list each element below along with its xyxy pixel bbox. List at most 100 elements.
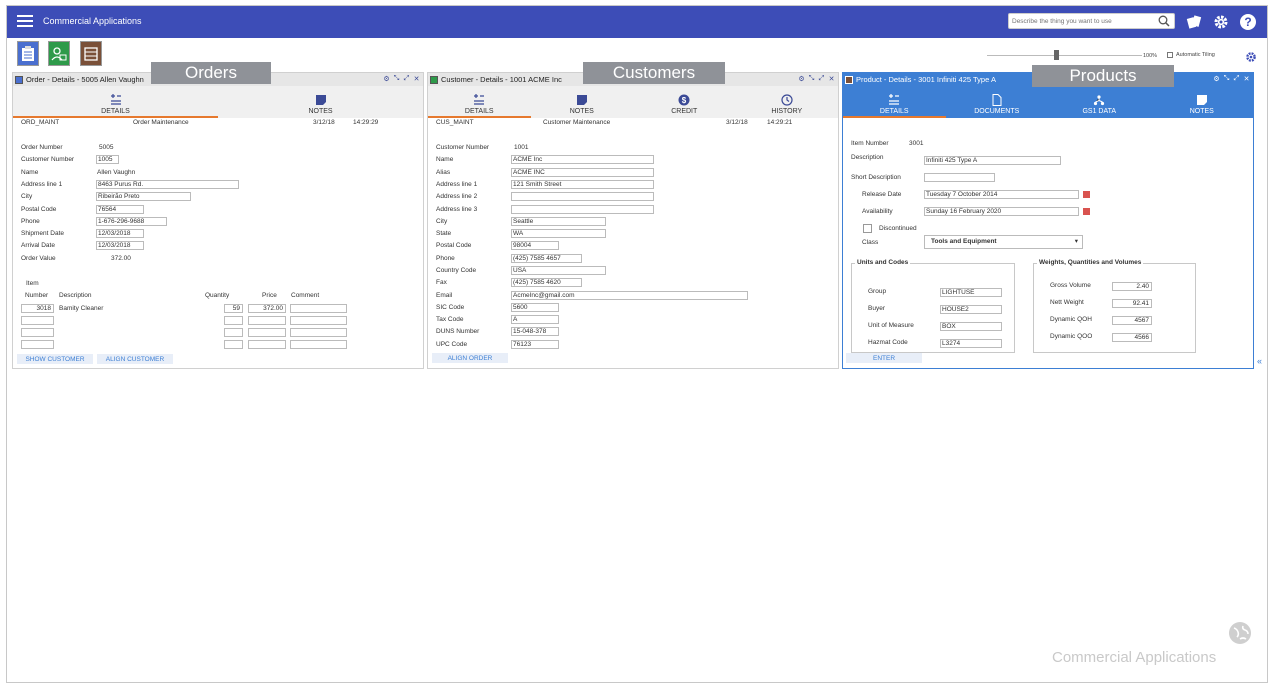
short-description-field[interactable]: [924, 173, 995, 182]
close-icon[interactable]: ✕: [413, 75, 420, 83]
postal-code-field[interactable]: 76564: [96, 205, 144, 214]
line-item-price[interactable]: [248, 316, 286, 325]
line-item-comment[interactable]: [290, 328, 347, 337]
calendar-icon[interactable]: [1083, 191, 1090, 198]
gross-volume-field[interactable]: 2.40: [1112, 282, 1152, 291]
address1-field[interactable]: 121 Smith Street: [511, 180, 654, 189]
email-field[interactable]: AcmeInc@gmail.com: [511, 291, 748, 300]
address3-field[interactable]: [511, 205, 654, 214]
unit-of-measure-field[interactable]: BOX: [940, 322, 1002, 331]
postal-code-field[interactable]: 98004: [511, 241, 559, 250]
tab-orders-notes[interactable]: NOTES: [218, 86, 423, 118]
search-box[interactable]: [1008, 13, 1175, 29]
line-item-comment[interactable]: [290, 316, 347, 325]
search-icon[interactable]: [1158, 15, 1170, 27]
close-icon[interactable]: ✕: [1243, 75, 1250, 83]
label: Group: [868, 288, 887, 295]
tab-products-notes[interactable]: NOTES: [1151, 86, 1254, 118]
phone-field[interactable]: (425) 7585 4657: [511, 254, 582, 263]
line-item-qty[interactable]: [224, 316, 243, 325]
shrink-icon[interactable]: ⤡: [1223, 75, 1230, 83]
line-item-qty[interactable]: 59: [224, 304, 243, 313]
zoom-slider-thumb[interactable]: [1054, 50, 1059, 60]
hazmat-code-field[interactable]: L3274: [940, 339, 1002, 348]
group-field[interactable]: LIGHTUSE: [940, 288, 1002, 297]
tab-products-documents[interactable]: DOCUMENTS: [946, 86, 1049, 118]
label: Order Value: [21, 255, 56, 262]
address1-field[interactable]: 8463 Purus Rd.: [96, 180, 239, 189]
line-item-number[interactable]: [21, 316, 54, 325]
expand-icon[interactable]: ⤢: [818, 75, 825, 83]
orders-launcher[interactable]: [17, 41, 39, 66]
settings-icon[interactable]: [1212, 13, 1230, 31]
gear-icon[interactable]: ⚙: [1213, 75, 1220, 83]
show-customer-button[interactable]: SHOW CUSTOMER: [17, 354, 93, 364]
line-item-number[interactable]: 3018: [21, 304, 54, 313]
auto-tiling-checkbox[interactable]: [1167, 52, 1173, 58]
shrink-icon[interactable]: ⤡: [808, 75, 815, 83]
customer-number-field[interactable]: 1005: [96, 155, 119, 164]
class-select[interactable]: Tools and Equipment ▾: [924, 235, 1083, 249]
alias-field[interactable]: ACME INC: [511, 168, 654, 177]
menu-icon[interactable]: [17, 15, 33, 29]
line-item-comment[interactable]: [290, 304, 347, 313]
arrival-date-field[interactable]: 12/03/2018: [96, 241, 144, 250]
enter-button[interactable]: ENTER: [846, 353, 922, 363]
chevron-down-icon: ▾: [1074, 238, 1078, 245]
customer-name-field[interactable]: ACME Inc: [511, 155, 654, 164]
bookmarks-icon[interactable]: [1185, 13, 1203, 31]
close-icon[interactable]: ✕: [828, 75, 835, 83]
zoom-slider[interactable]: [987, 50, 1142, 60]
search-input[interactable]: [1009, 14, 1154, 28]
align-customer-button[interactable]: ALIGN CUSTOMER: [97, 354, 173, 364]
layout-settings-icon[interactable]: [1245, 51, 1257, 63]
discontinued-checkbox[interactable]: [863, 224, 872, 233]
country-code-field[interactable]: USA: [511, 266, 606, 275]
line-item-price[interactable]: 372.00: [248, 304, 286, 313]
line-item-qty[interactable]: [224, 340, 243, 349]
tab-products-gs1[interactable]: GS1 DATA: [1048, 86, 1151, 118]
dynamic-qoo-field[interactable]: 4566: [1112, 333, 1152, 342]
tab-customers-details[interactable]: DETAILS: [428, 86, 531, 118]
gear-icon[interactable]: ⚙: [383, 75, 390, 83]
release-date-field[interactable]: Tuesday 7 October 2014: [924, 190, 1079, 199]
tax-code-field[interactable]: A: [511, 315, 559, 324]
shrink-icon[interactable]: ⤡: [393, 75, 400, 83]
address2-field[interactable]: [511, 192, 654, 201]
line-item-comment[interactable]: [290, 340, 347, 349]
products-launcher[interactable]: [80, 41, 102, 66]
line-item-qty[interactable]: [224, 328, 243, 337]
duns-number-field[interactable]: 15-048-378: [511, 327, 559, 336]
city-field[interactable]: Seattle: [511, 217, 606, 226]
collapse-arrow-icon[interactable]: «: [1257, 356, 1262, 366]
shipment-date-field[interactable]: 12/03/2018: [96, 229, 144, 238]
dynamic-qoh-field[interactable]: 4567: [1112, 316, 1152, 325]
gear-icon[interactable]: ⚙: [798, 75, 805, 83]
customers-launcher[interactable]: [48, 41, 70, 66]
tab-customers-credit[interactable]: $ CREDIT: [633, 86, 736, 118]
tab-products-details[interactable]: DETAILS: [843, 86, 946, 118]
help-icon[interactable]: ?: [1239, 13, 1257, 31]
buyer-field[interactable]: HOUSE2: [940, 305, 1002, 314]
description-field[interactable]: Infiniti 425 Type A: [924, 156, 1061, 165]
sic-code-field[interactable]: 5600: [511, 303, 559, 312]
availability-field[interactable]: Sunday 16 February 2020: [924, 207, 1079, 216]
tab-orders-details[interactable]: DETAILS: [13, 86, 218, 118]
calendar-icon[interactable]: [1083, 208, 1090, 215]
line-item-price[interactable]: [248, 340, 286, 349]
city-field[interactable]: Ribeirão Preto: [96, 192, 191, 201]
phone-field[interactable]: 1-676-296-9688: [96, 217, 167, 226]
fax-field[interactable]: (425) 7585 4620: [511, 278, 582, 287]
expand-icon[interactable]: ⤢: [1233, 75, 1240, 83]
line-item-number[interactable]: [21, 340, 54, 349]
tab-customers-history[interactable]: HISTORY: [736, 86, 839, 118]
state-field[interactable]: WA: [511, 229, 606, 238]
line-item-price[interactable]: [248, 328, 286, 337]
auto-tiling-toggle[interactable]: Automatic Tiling: [1167, 52, 1215, 58]
line-item-number[interactable]: [21, 328, 54, 337]
nett-weight-field[interactable]: 92.41: [1112, 299, 1152, 308]
upc-code-field[interactable]: 76123: [511, 340, 559, 349]
tab-customers-notes[interactable]: NOTES: [531, 86, 634, 118]
align-order-button[interactable]: ALIGN ORDER: [432, 353, 508, 363]
expand-icon[interactable]: ⤢: [403, 75, 410, 83]
